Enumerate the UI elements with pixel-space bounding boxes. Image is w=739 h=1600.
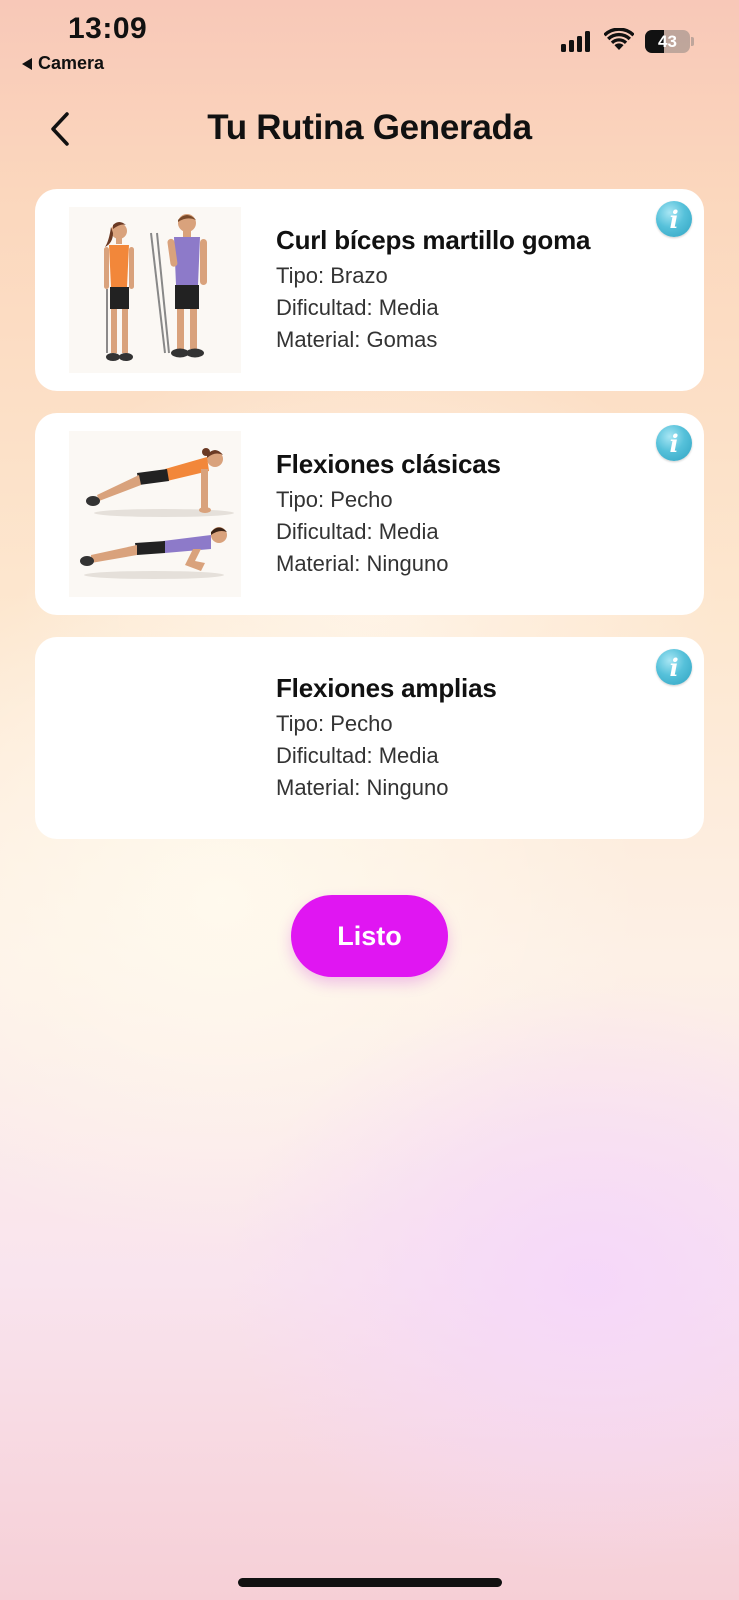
status-time: 13:09 — [68, 12, 148, 45]
info-icon[interactable]: i — [656, 201, 692, 237]
exercise-image-pushup — [69, 431, 241, 597]
exercise-image-curl — [69, 207, 241, 373]
exercise-name: Curl bíceps martillo goma — [276, 225, 591, 255]
exercise-difficulty: Dificultad: Media — [276, 743, 439, 768]
battery-icon: 43 — [645, 30, 690, 53]
exercise-difficulty: Dificultad: Media — [276, 295, 439, 320]
info-icon[interactable]: i — [656, 425, 692, 461]
exercise-name: Flexiones clásicas — [276, 449, 501, 479]
exercise-card[interactable]: i Flexiones clásicas Tipo: Pecho Dificul… — [35, 413, 704, 615]
info-icon[interactable]: i — [656, 649, 692, 685]
page-title: Tu Rutina Generada — [207, 108, 532, 147]
exercise-type: Tipo: Pecho — [276, 487, 393, 512]
exercise-card[interactable]: i Flexiones amplias Tipo: Pecho Dificult… — [35, 637, 704, 839]
battery-level: 43 — [658, 31, 677, 51]
back-triangle-icon — [22, 57, 32, 70]
exercise-material: Material: Gomas — [276, 327, 438, 352]
exercise-details: Flexiones clásicas Tipo: Pecho Dificulta… — [276, 449, 501, 580]
exercise-card[interactable]: i Curl bíceps martillo goma Tipo: Brazo … — [35, 189, 704, 391]
exercise-type: Tipo: Brazo — [276, 263, 388, 288]
exercise-name: Flexiones amplias — [276, 673, 497, 703]
battery-tip — [691, 37, 694, 46]
exercise-difficulty: Dificultad: Media — [276, 519, 439, 544]
exercise-type: Tipo: Pecho — [276, 711, 393, 736]
exercise-details: Curl bíceps martillo goma Tipo: Brazo Di… — [276, 225, 590, 356]
cellular-signal-icon — [561, 30, 590, 52]
back-to-app-link[interactable]: Camera — [22, 53, 104, 74]
home-indicator[interactable] — [238, 1578, 502, 1587]
back-app-label: Camera — [38, 53, 105, 73]
exercise-details: Flexiones amplias Tipo: Pecho Dificultad… — [276, 673, 497, 804]
exercise-material: Material: Ninguno — [276, 551, 449, 576]
exercise-material: Material: Ninguno — [276, 775, 449, 800]
done-button[interactable]: Listo — [291, 895, 448, 977]
wifi-icon — [604, 28, 634, 50]
